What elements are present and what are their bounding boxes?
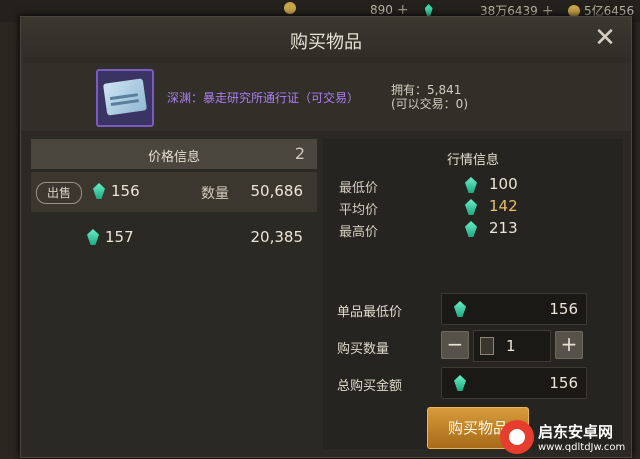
resource-gold-icon	[284, 2, 296, 14]
item-summary: 深渊：暴走研究所通行证（可交易） 拥有：5,841 (可以交易：0)	[21, 63, 631, 131]
market-row-min: 最低价 100	[339, 175, 609, 196]
resource-1-value: 890	[370, 3, 393, 17]
item-name: 深渊：暴走研究所通行证（可交易）	[167, 91, 360, 105]
background-left-menu	[0, 22, 20, 459]
sell-tag: 出售	[36, 182, 82, 204]
market-row-max: 最高价 213	[339, 219, 609, 240]
market-label: 最低价	[339, 181, 379, 196]
qty-label: 数量	[201, 186, 229, 202]
buy-item-dialog: 购买物品 ✕ 深渊：暴走研究所通行证（可交易） 拥有：5,841 (可以交易：0…	[20, 16, 632, 458]
gem-icon	[465, 199, 477, 215]
quantity-input[interactable]: 1	[473, 330, 551, 362]
qty-value: 50,686	[250, 182, 304, 200]
gem-icon	[465, 177, 477, 193]
price-cell: 157	[87, 228, 134, 246]
price-info-panel: 价格信息 2 出售 156 数量 50,686 157 20,385	[31, 139, 317, 449]
total-price-row: 总购买金额 156	[337, 367, 617, 399]
price-info-count: 2	[294, 144, 305, 163]
calculator-icon[interactable]	[480, 337, 494, 355]
increase-button[interactable]: +	[555, 331, 583, 359]
market-header: 行情信息	[323, 139, 623, 173]
gold-coin-icon	[568, 4, 580, 17]
market-title: 行情信息	[446, 153, 499, 168]
quantity-value: 1	[506, 337, 516, 355]
gem-icon	[424, 4, 433, 16]
gem-icon	[93, 183, 105, 199]
owned-count: 拥有：5,841 (可以交易：0)	[391, 83, 468, 111]
market-panel: 行情信息 最低价 100 平均价 142 最高价 213 单品最低价 156 购…	[323, 139, 623, 449]
gem-icon	[454, 375, 466, 391]
unit-min-price-field: 156	[441, 293, 587, 325]
watermark-line2: www.qdltdJw.com	[538, 442, 626, 453]
owned-line2: (可以交易：0)	[391, 97, 468, 111]
total-price-label: 总购买金额	[337, 379, 403, 394]
unit-min-price-row: 单品最低价 156	[337, 293, 617, 325]
market-row-avg: 平均价 142	[339, 197, 609, 218]
price-info-title: 价格信息	[147, 150, 200, 165]
watermark-line1: 启东安卓网	[538, 423, 614, 441]
unit-min-price-value: 156	[549, 300, 578, 318]
market-label: 最高价	[339, 225, 379, 240]
dialog-title: 购买物品	[290, 32, 362, 53]
price-row[interactable]: 出售 156 数量 50,686	[31, 172, 317, 212]
market-value: 100	[489, 175, 518, 193]
price-cell: 156	[93, 182, 140, 200]
qty-value: 20,385	[250, 228, 304, 246]
gem-icon	[87, 229, 99, 245]
watermark: 启东安卓网 www.qdltdJw.com	[500, 416, 638, 458]
market-value: 213	[489, 219, 518, 237]
buy-quantity-label: 购买数量	[337, 342, 390, 357]
market-value: 142	[489, 197, 518, 215]
buy-quantity-row: 购买数量 − 1 +	[337, 330, 617, 362]
gem-icon	[465, 221, 477, 237]
price-value: 157	[105, 228, 134, 246]
total-price-value: 156	[549, 374, 578, 392]
close-icon[interactable]: ✕	[593, 25, 617, 51]
price-row[interactable]: 157 20,385	[31, 218, 317, 258]
dialog-header: 购买物品 ✕	[21, 17, 631, 64]
price-info-header: 价格信息 2	[31, 139, 317, 169]
unit-min-price-label: 单品最低价	[337, 305, 403, 320]
owned-line1: 拥有：5,841	[391, 83, 462, 97]
price-value: 156	[111, 182, 140, 200]
total-price-field: 156	[441, 367, 587, 399]
decrease-button[interactable]: −	[441, 331, 469, 359]
watermark-logo-icon	[500, 420, 534, 454]
quantity-stepper: − 1 +	[441, 330, 585, 362]
gem-icon	[454, 301, 466, 317]
market-label: 平均价	[339, 203, 379, 218]
item-ticket-icon[interactable]	[96, 69, 154, 127]
